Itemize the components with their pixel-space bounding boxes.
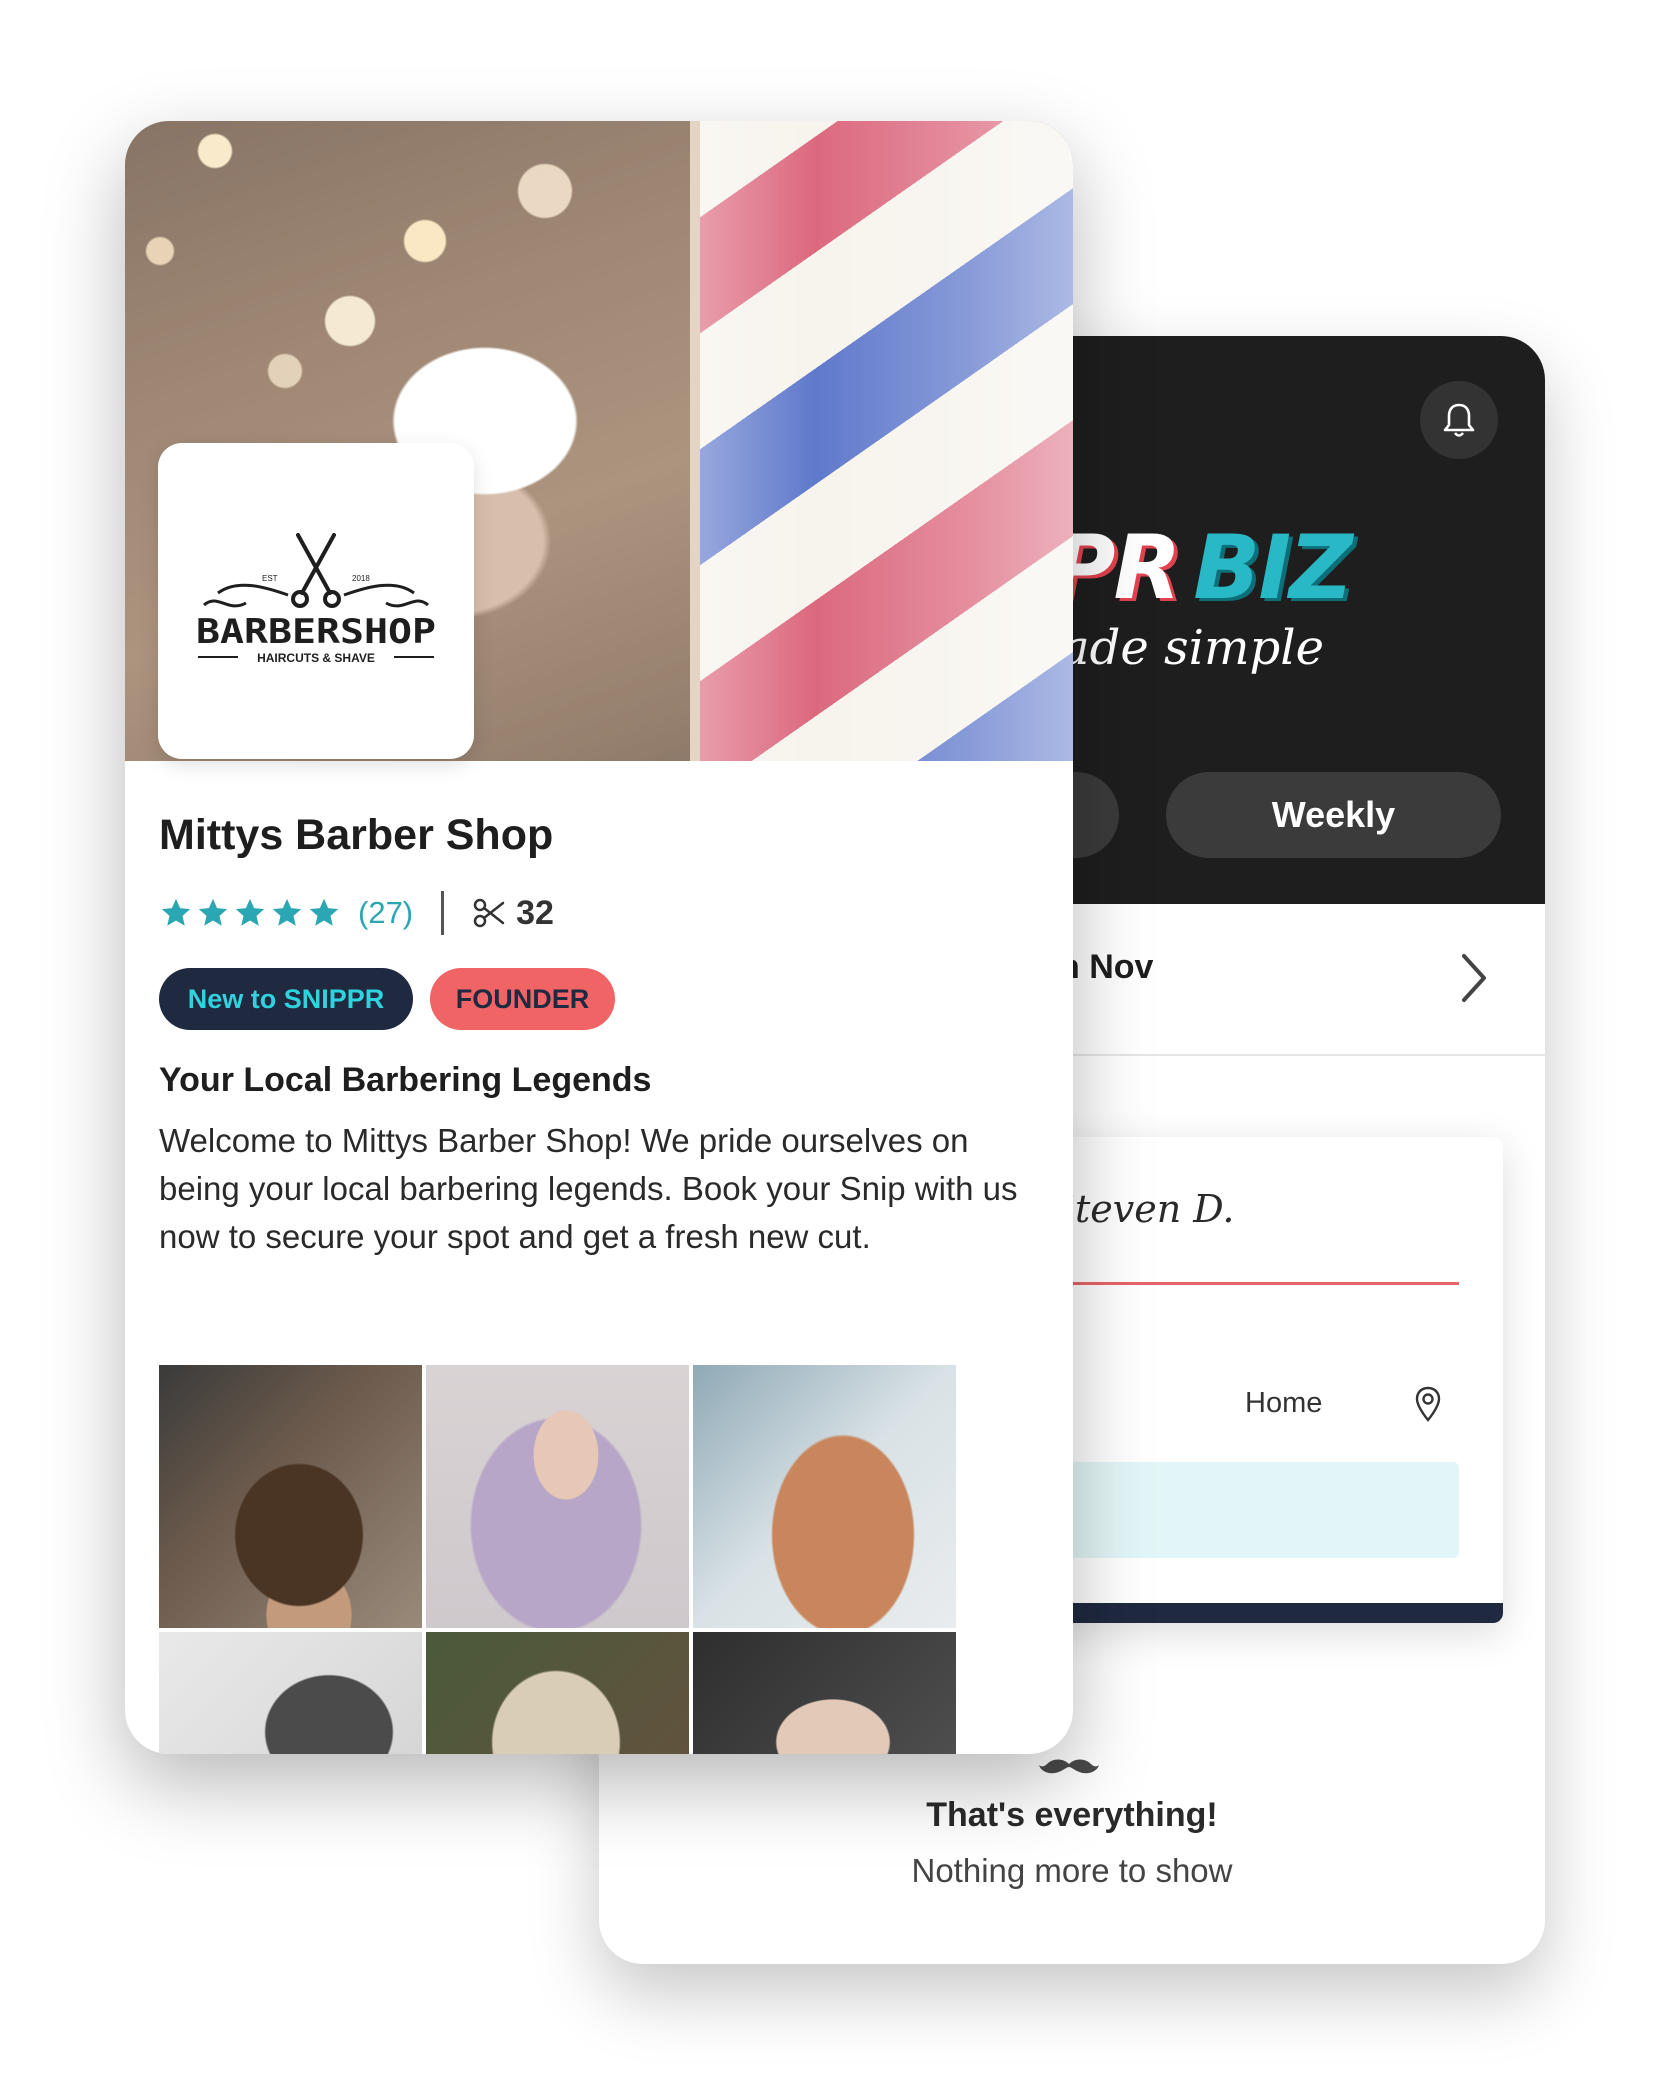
section-heading: Your Local Barbering Legends	[159, 1061, 652, 1099]
rating-divider	[441, 891, 445, 935]
new-to-snippr-badge: New to SNIPPR	[159, 968, 413, 1030]
gallery-photo[interactable]	[159, 1365, 422, 1628]
chevron-right-icon[interactable]	[1454, 948, 1494, 1008]
date-label: h Nov	[1059, 948, 1154, 986]
location-pin-icon	[1415, 1386, 1441, 1422]
shop-name: Mittys Barber Shop	[159, 811, 554, 859]
gallery-photo[interactable]	[426, 1365, 689, 1628]
svg-text:HAIRCUTS & SHAVE: HAIRCUTS & SHAVE	[257, 651, 375, 665]
gallery-photo[interactable]	[693, 1632, 956, 1754]
logo-text-biz: BIZ	[1193, 516, 1353, 619]
founder-badge: FOUNDER	[430, 968, 615, 1030]
tagline: ade simple	[1061, 620, 1324, 676]
svg-text:EST: EST	[262, 574, 278, 583]
bell-icon	[1443, 403, 1475, 437]
rating-row[interactable]: (27) 32	[159, 891, 554, 935]
svg-text:BARBERSHOP: BARBERSHOP	[196, 612, 436, 652]
notifications-button[interactable]	[1420, 381, 1498, 459]
gallery-photo[interactable]	[159, 1632, 422, 1754]
scissors-icon	[473, 898, 505, 928]
snip-count: 32	[516, 893, 554, 932]
snippr-biz-logo: PR BIZ	[1051, 516, 1353, 619]
gallery-photo[interactable]	[693, 1365, 956, 1628]
svg-text:2018: 2018	[352, 574, 370, 583]
star-icon	[161, 898, 191, 926]
review-count[interactable]: (27)	[358, 895, 413, 931]
star-icon	[272, 898, 302, 926]
gallery-photo[interactable]	[426, 1632, 689, 1754]
shop-logo: EST 2018 BARBERSHOP HAIRCUTS & SHAVE	[158, 443, 474, 759]
barbershop-logo-icon: EST 2018 BARBERSHOP HAIRCUTS & SHAVE	[196, 533, 436, 665]
customer-name: Steven D.	[1049, 1187, 1235, 1231]
shop-description: Welcome to Mittys Barber Shop! We pride …	[159, 1122, 1018, 1255]
photo-gallery	[159, 1365, 956, 1754]
end-of-list-subtitle: Nothing more to show	[911, 1852, 1233, 1889]
star-icon	[235, 898, 265, 926]
shop-profile-card: EST 2018 BARBERSHOP HAIRCUTS & SHAVE Mit…	[125, 121, 1073, 1754]
mustache-icon	[1039, 1759, 1099, 1774]
star-icon	[309, 898, 339, 926]
view-toggle-weekly[interactable]: Weekly	[1166, 772, 1501, 858]
end-of-list-title: That's everything!	[926, 1796, 1218, 1834]
star-icon	[198, 898, 228, 926]
location-label: Home	[1245, 1387, 1323, 1419]
